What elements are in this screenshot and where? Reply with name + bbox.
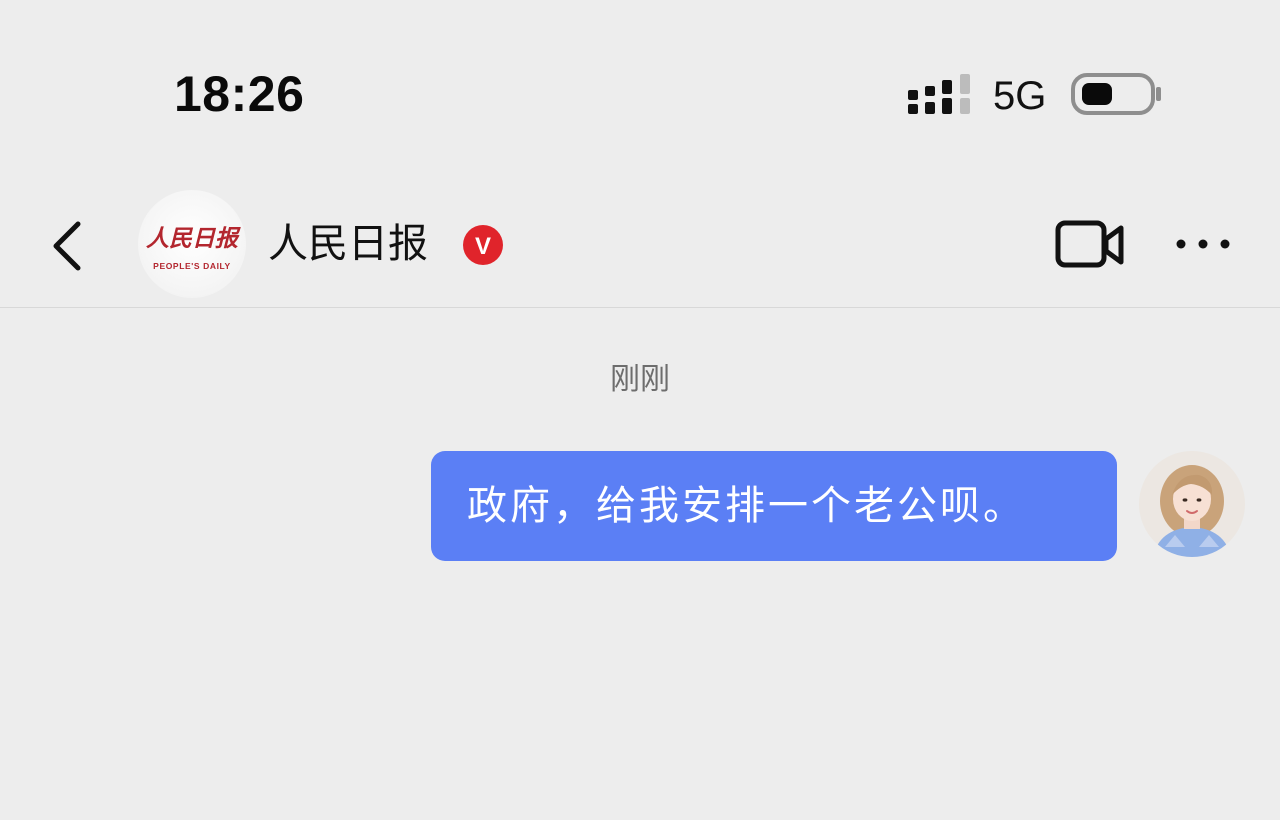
message-text: 政府，给我安排一个老公呗。 xyxy=(467,483,1026,529)
user-avatar[interactable] xyxy=(1139,451,1245,557)
chat-title[interactable]: 人民日报 xyxy=(268,216,428,272)
chat-header: 人民日报 PEOPLE'S DAILY 人民日报 V xyxy=(0,180,1280,308)
sent-message-bubble[interactable]: 政府，给我安排一个老公呗。 xyxy=(431,451,1117,561)
status-bar: 18:26 5G xyxy=(0,0,1280,150)
verified-badge-icon: V xyxy=(463,225,503,265)
chevron-left-icon[interactable] xyxy=(46,216,92,276)
verified-badge-text: V xyxy=(475,233,491,260)
network-type-label: 5G xyxy=(993,74,1047,118)
video-camera-icon[interactable] xyxy=(1054,218,1126,272)
battery-icon xyxy=(1071,73,1161,115)
logo-subtext: PEOPLE'S DAILY xyxy=(153,261,231,271)
ellipsis-icon[interactable] xyxy=(1172,230,1234,258)
logo-text: 人民日报 xyxy=(146,225,241,252)
profile-avatar-logo[interactable]: 人民日报 PEOPLE'S DAILY xyxy=(138,190,246,298)
cellular-signal-icon xyxy=(908,74,970,114)
status-time: 18:26 xyxy=(174,66,305,122)
message-timestamp: 刚刚 xyxy=(610,362,670,397)
